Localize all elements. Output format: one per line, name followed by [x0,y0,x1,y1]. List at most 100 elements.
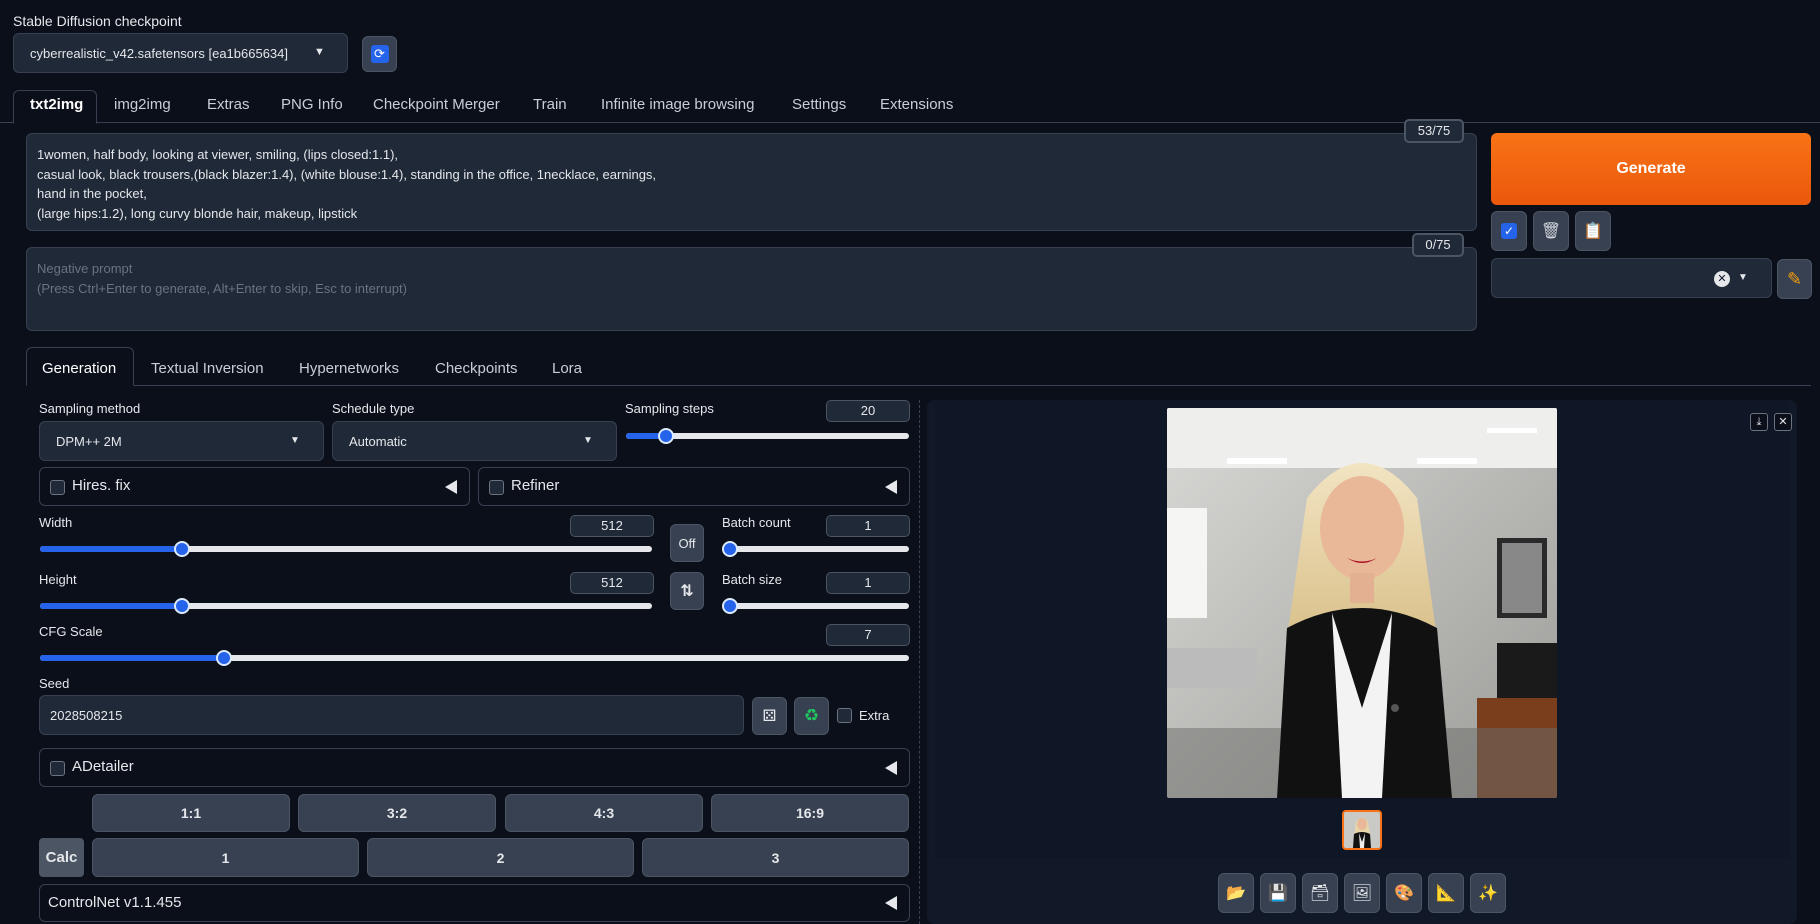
batch-count-slider[interactable] [722,541,909,557]
tab-extensions[interactable]: Extensions [880,96,953,113]
send-to-inpaint-button[interactable]: 🎨 [1386,873,1422,913]
extra-seed-label: Extra [859,708,890,723]
main-tabs-divider [0,122,1820,123]
ratio-button-3-2[interactable]: 3:2 [298,794,496,832]
download-icon[interactable]: ⤓ [1750,413,1768,431]
controlnet-accordion[interactable]: ControlNet v1.1.455 [39,884,910,922]
calc-multiplier-button-2[interactable]: 2 [367,838,634,877]
clear-icon[interactable]: ✕ [1714,271,1730,287]
trash-icon: 🗑 [1540,223,1562,240]
collapse-arrow-icon[interactable] [885,480,897,494]
tab-extras[interactable]: Extras [207,96,250,113]
send-to-extras-button[interactable]: 📐 [1428,873,1464,913]
ratio-button-1-1[interactable]: 1:1 [92,794,290,832]
send-to-img2img-button[interactable]: 🖼 [1344,873,1380,913]
ratio-button-4-3[interactable]: 4:3 [505,794,703,832]
close-icon[interactable]: ✕ [1774,413,1792,431]
refresh-button[interactable]: ⟳ [362,36,397,72]
batch-count-input[interactable]: 1 [826,515,910,537]
slider-thumb[interactable] [722,541,738,557]
calc-button[interactable]: Calc [39,838,84,877]
chevron-down-icon: ▼ [1738,272,1748,283]
tab-settings[interactable]: Settings [792,96,846,113]
palette-icon: 🎨 [1394,885,1414,902]
open-folder-button[interactable]: 📂 [1218,873,1254,913]
width-input[interactable]: 512 [570,515,654,537]
folder-icon: 📂 [1226,885,1246,902]
sampling-method-dropdown[interactable]: DPM++ 2M ▼ [39,421,324,461]
sampling-method-label: Sampling method [39,401,141,416]
interrupt-toggle-button[interactable]: ✓ [1491,211,1527,251]
collapse-arrow-icon[interactable] [885,896,897,910]
tab-checkpoints[interactable]: Checkpoints [435,360,518,377]
seed-input[interactable]: 2028508215 [39,695,744,735]
upscale-button[interactable]: ✨ [1470,873,1506,913]
slider-thumb[interactable] [722,598,738,614]
refresh-icon: ⟳ [370,45,389,63]
recycle-icon: ♻ [803,706,820,725]
height-input[interactable]: 512 [570,572,654,594]
checkpoint-dropdown[interactable]: cyberrealistic_v42.safetensors [ea1b6656… [13,33,348,73]
clear-prompt-button[interactable]: 🗑 [1533,211,1569,251]
save-button[interactable]: 💾 [1260,873,1296,913]
slider-thumb[interactable] [174,541,190,557]
schedule-type-dropdown[interactable]: Automatic ▼ [332,421,617,461]
random-seed-button[interactable]: ⚄ [752,697,787,735]
adetailer-label: ADetailer [72,758,134,775]
clipboard-icon: 📋 [1583,223,1603,240]
hires-fix-checkbox[interactable] [50,480,65,495]
negative-prompt-textarea[interactable]: Negative prompt (Press Ctrl+Enter to gen… [26,247,1477,331]
slider-thumb[interactable] [216,650,232,666]
tab-png-info[interactable]: PNG Info [281,96,343,113]
refiner-accordion[interactable]: Refiner [478,467,910,506]
dice-icon: ⚄ [762,708,777,725]
cfg-scale-slider[interactable] [40,650,909,666]
checkpoint-value: cyberrealistic_v42.safetensors [ea1b6656… [30,46,288,61]
hires-off-button[interactable]: Off [670,524,704,562]
gallery-thumbnail[interactable] [1342,810,1382,850]
extra-seed-checkbox[interactable] [837,708,852,723]
styles-dropdown[interactable]: ✕ ▼ [1491,258,1772,298]
swap-dimensions-button[interactable]: ⇅ [670,572,704,610]
chevron-down-icon: ▼ [290,435,300,446]
generated-image[interactable] [1167,408,1557,798]
tab-generation[interactable]: Generation [42,360,116,377]
tab-img2img[interactable]: img2img [114,96,171,113]
cfg-scale-input[interactable]: 7 [826,624,910,646]
sampling-steps-input[interactable]: 20 [826,400,910,422]
tab-train[interactable]: Train [533,96,567,113]
prompt-line: 1women, half body, looking at viewer, sm… [37,147,399,162]
calc-multiplier-button-3[interactable]: 3 [642,838,909,877]
calc-multiplier-button-1[interactable]: 1 [92,838,359,877]
adetailer-checkbox[interactable] [50,761,65,776]
reuse-seed-button[interactable]: ♻ [794,697,829,735]
schedule-type-value: Automatic [349,434,407,449]
tab-lora[interactable]: Lora [552,360,582,377]
chevron-down-icon: ▼ [583,435,593,446]
height-slider[interactable] [40,598,652,614]
batch-size-slider[interactable] [722,598,909,614]
edit-styles-button[interactable]: ✎ [1777,259,1812,299]
collapse-arrow-icon[interactable] [885,761,897,775]
zip-button[interactable]: 🗃 [1302,873,1338,913]
paste-prompt-button[interactable]: 📋 [1575,211,1611,251]
ratio-button-16-9[interactable]: 16:9 [711,794,909,832]
refiner-checkbox[interactable] [489,480,504,495]
collapse-arrow-icon[interactable] [445,480,457,494]
tab-textual-inversion[interactable]: Textual Inversion [151,360,264,377]
width-slider[interactable] [40,541,652,557]
tab-txt2img[interactable]: txt2img [30,96,83,113]
refiner-label: Refiner [511,477,560,494]
generate-button[interactable]: Generate [1491,133,1811,205]
tab-checkpoint-merger[interactable]: Checkpoint Merger [373,96,500,113]
hires-fix-accordion[interactable]: Hires. fix [39,467,470,506]
batch-size-input[interactable]: 1 [826,572,910,594]
adetailer-accordion[interactable]: ADetailer [39,748,910,787]
slider-thumb[interactable] [174,598,190,614]
tab-infinite-image-browsing[interactable]: Infinite image browsing [601,96,754,113]
sampling-steps-slider[interactable] [626,428,909,444]
tab-hypernetworks[interactable]: Hypernetworks [299,360,399,377]
slider-thumb[interactable] [658,428,674,444]
prompt-textarea[interactable]: 1women, half body, looking at viewer, sm… [26,133,1477,231]
negative-prompt-placeholder-line2: (Press Ctrl+Enter to generate, Alt+Enter… [37,281,407,296]
